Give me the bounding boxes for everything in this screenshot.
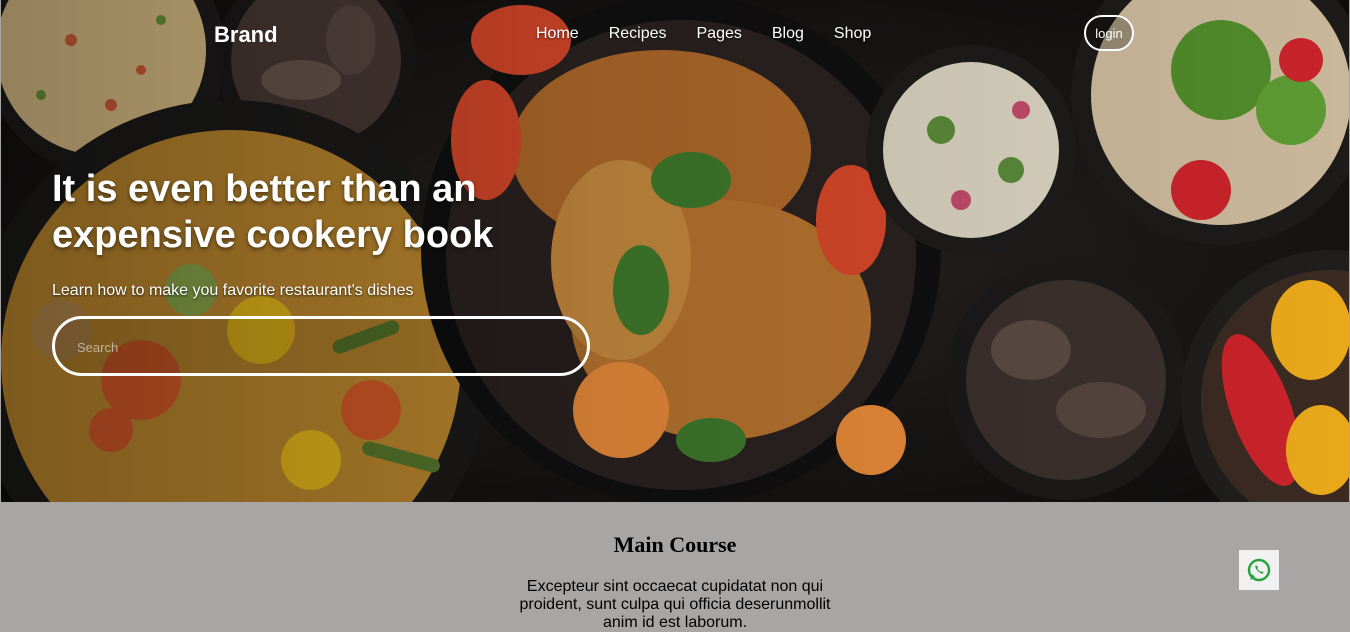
hero-banner: Brand Home Recipes Pages Blog Shop login… [1, 0, 1349, 502]
nav-item-shop[interactable]: Shop [834, 25, 871, 43]
nav-item-recipes[interactable]: Recipes [609, 25, 667, 43]
section-title: Main Course [613, 532, 737, 557]
main-nav: Home Recipes Pages Blog Shop [536, 25, 901, 43]
nav-item-home[interactable]: Home [536, 25, 579, 43]
whatsapp-button[interactable] [1239, 550, 1279, 590]
search-input[interactable] [75, 333, 559, 361]
nav-item-pages[interactable]: Pages [697, 25, 742, 43]
login-button[interactable]: login [1084, 15, 1134, 51]
hero-title: It is even better than an expensive cook… [52, 168, 494, 256]
search-box[interactable] [52, 316, 590, 376]
hero-subtitle: Learn how to make you favorite restauran… [52, 282, 414, 299]
section-text: Excepteur sint occaecat cupidatat non qu… [519, 578, 831, 631]
main-course-section: Main Course Excepteur sint occaecat cupi… [0, 502, 1350, 631]
whatsapp-icon [1247, 558, 1271, 582]
brand-logo[interactable]: Brand [214, 22, 278, 48]
nav-item-blog[interactable]: Blog [772, 25, 804, 43]
